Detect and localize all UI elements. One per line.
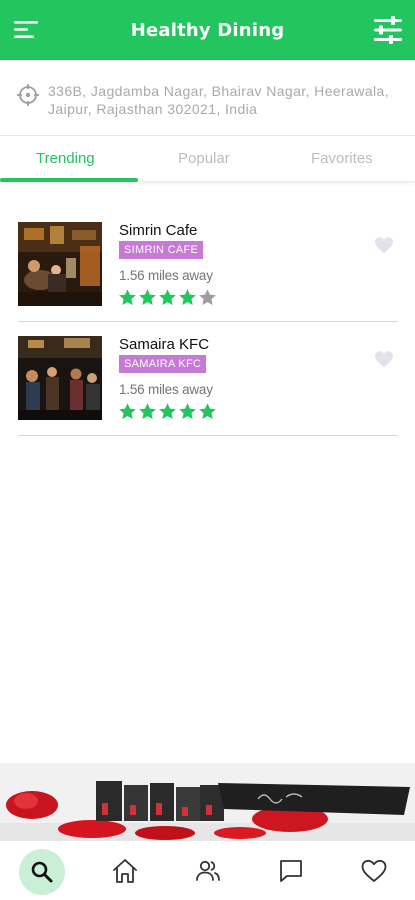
heart-icon[interactable]: [352, 851, 396, 891]
star-icon: [199, 403, 216, 420]
star-icon: [139, 289, 156, 306]
restaurant-name: Simrin Cafe: [119, 222, 198, 239]
search-icon[interactable]: [19, 849, 65, 895]
star-icon: [159, 289, 176, 306]
location-crosshair-icon[interactable]: [16, 83, 40, 107]
restaurant-card[interactable]: Simrin Cafe SIMRIN CAFE 1.56 miles away: [18, 208, 398, 322]
address-text: 336B, Jagdamba Nagar, Bhairav Nagar, Hee…: [48, 83, 389, 117]
home-icon[interactable]: [103, 851, 147, 891]
active-tab-indicator: [0, 178, 138, 182]
restaurant-photo: [18, 222, 102, 306]
favorite-heart-icon[interactable]: [374, 350, 394, 368]
tab-favorites[interactable]: Favorites: [311, 150, 373, 167]
restaurant-list: Simrin Cafe SIMRIN CAFE 1.56 miles away: [18, 208, 398, 436]
bottom-navigation: [0, 840, 415, 900]
rating-stars: [118, 288, 217, 308]
star-icon: [179, 403, 196, 420]
current-location[interactable]: 336B, Jagdamba Nagar, Bhairav Nagar, Hee…: [0, 60, 415, 136]
chat-icon[interactable]: [269, 851, 313, 891]
users-icon[interactable]: [186, 851, 230, 891]
rating-stars: [118, 402, 217, 422]
star-icon: [179, 289, 196, 306]
star-icon: [119, 289, 136, 306]
restaurant-distance: 1.56 miles away: [119, 268, 213, 283]
filter-icon[interactable]: [373, 14, 403, 46]
restaurant-name: Samaira KFC: [119, 336, 210, 353]
top-app-bar: Healthy Dining: [0, 0, 415, 60]
favorite-heart-icon[interactable]: [374, 236, 394, 254]
advertisement-banner[interactable]: [0, 763, 415, 840]
tab-bar: Trending Popular Favorites: [0, 136, 415, 182]
tab-popular[interactable]: Popular: [178, 150, 230, 167]
app-title: Healthy Dining: [130, 20, 285, 41]
star-icon: [139, 403, 156, 420]
restaurant-card[interactable]: Samaira KFC SAMAIRA KFC 1.56 miles away: [18, 322, 398, 436]
restaurant-badge: SAMAIRA KFC: [119, 355, 207, 373]
tab-trending[interactable]: Trending: [36, 150, 95, 167]
restaurant-badge: SIMRIN CAFE: [119, 241, 204, 259]
restaurant-photo: [18, 336, 102, 420]
restaurant-distance: 1.56 miles away: [119, 382, 213, 397]
star-icon: [119, 403, 136, 420]
star-icon: [199, 289, 216, 306]
star-icon: [159, 403, 176, 420]
